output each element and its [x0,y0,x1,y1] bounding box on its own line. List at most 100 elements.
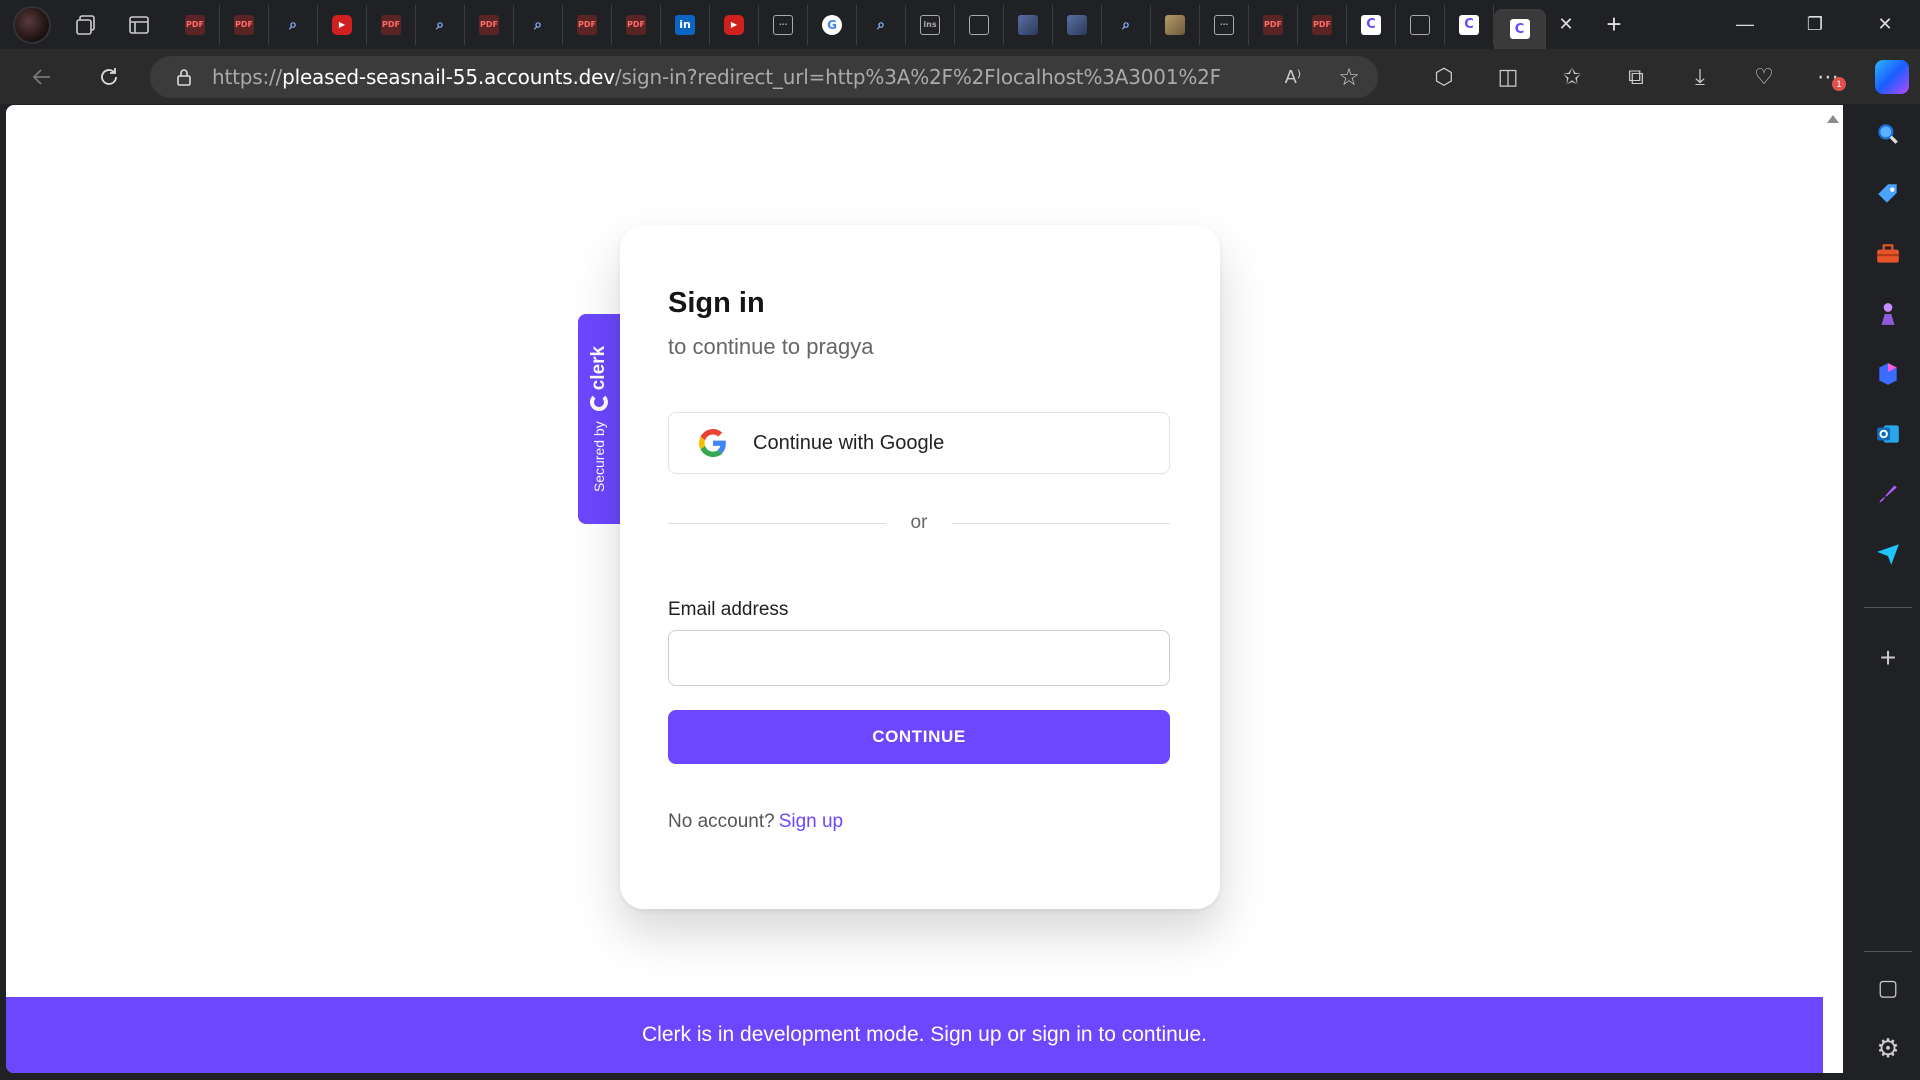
tab-item[interactable]: ⌕ [857,4,906,45]
back-button[interactable] [22,57,62,97]
tab-item[interactable]: ⌕ [269,4,318,45]
tab-item[interactable]: ⋯ [1200,4,1249,45]
workspaces-icon[interactable] [67,5,107,45]
li-favicon-icon: in [675,14,695,35]
url-host: pleased-seasnail-55.accounts.dev [282,65,615,89]
tab-item[interactable] [1396,4,1445,45]
tab-item[interactable]: in [661,4,710,45]
tab-item[interactable]: PDF [612,4,661,45]
pdf-favicon-icon: PDF [479,14,499,35]
restore-button[interactable]: ❐ [1780,0,1850,49]
browser-essentials-icon[interactable]: ♡ [1744,57,1784,97]
tab-item[interactable] [1004,4,1053,45]
toolbox-icon[interactable] [1871,237,1905,271]
minimize-button[interactable]: — [1710,0,1780,49]
yt-favicon-icon: ▶ [332,14,352,35]
dev-mode-text: Clerk is in development mode. Sign up or… [642,1023,1207,1046]
sign-up-link[interactable]: Sign up [779,811,843,832]
google-icon [699,429,726,457]
favorites-icon[interactable]: ✩ [1552,57,1592,97]
google-button-label: Continue with Google [753,431,945,454]
shopping-tag-icon[interactable] [1871,177,1905,211]
img-favicon-icon [1067,14,1087,35]
send-icon[interactable] [1871,537,1905,571]
clerk-mark-icon [590,393,608,412]
collections-icon[interactable]: ⧉ [1616,57,1656,97]
tab-item[interactable]: ins [906,4,955,45]
outlook-icon[interactable] [1871,417,1905,451]
continue-button[interactable]: CONTINUE [668,710,1170,764]
sidebar-divider [1864,951,1912,952]
reload-button[interactable] [89,57,129,97]
address-bar[interactable]: https://pleased-seasnail-55.accounts.dev… [150,56,1378,98]
yt-favicon-icon: ▶ [724,14,744,35]
page-scrollbar[interactable] [1823,105,1843,1073]
tab-item[interactable]: ▶ [318,4,367,45]
pdf-favicon-icon: PDF [185,14,205,35]
tab-item[interactable]: C [1347,4,1396,45]
clerk-logo: clerk [588,345,610,412]
tab-item[interactable]: ⌕ [416,4,465,45]
add-icon[interactable]: + [1871,641,1905,675]
clerk-brand: clerk [588,345,609,391]
divider-line [952,522,1170,524]
downloads-icon[interactable]: ⤓ [1680,57,1720,97]
notification-badge: 1 [1832,77,1846,91]
tab-item[interactable] [1053,4,1102,45]
tab-item[interactable]: PDF [563,4,612,45]
split-screen-icon[interactable]: ◫ [1488,57,1528,97]
read-aloud-icon[interactable]: A⁾ [1280,64,1306,90]
vertical-tabs-icon[interactable] [119,5,159,45]
tab-item[interactable]: PDF [367,4,416,45]
search-icon[interactable] [1871,117,1905,151]
lock-icon[interactable] [174,67,194,87]
tab-item[interactable] [955,4,1004,45]
sidebar-panel-icon[interactable]: ▢ [1871,971,1905,1005]
page-title: Sign in [668,287,765,319]
new-tab-button[interactable]: + [1594,5,1634,45]
designer-icon[interactable] [1871,477,1905,511]
edge-sidebar: + ▢ ⚙ [1856,105,1920,1080]
url-scheme: https:// [212,65,283,89]
tab-item[interactable]: PDF [220,4,269,45]
favorite-star-icon[interactable]: ☆ [1336,64,1362,91]
no-account-line: No account? Sign up [668,811,843,833]
tab-strip: PDF PDF ⌕ ▶ PDF ⌕ PDF ⌕ PDF PDF in ▶ ⋯ G ⌕ ins ⌕ ⋯ PDF PDF C… [0,0,1920,49]
continue-with-google-button[interactable]: Continue with Google [668,412,1170,474]
close-window-button[interactable]: ✕ [1850,0,1920,49]
tab-item[interactable]: PDF [465,4,514,45]
tab-item[interactable]: C [1445,4,1494,45]
copilot-button[interactable] [1872,57,1912,97]
search-favicon-icon: ⌕ [877,16,885,33]
tab-item[interactable]: G [808,4,857,45]
extensions-icon[interactable]: ⬡ [1424,57,1464,97]
settings-more-button[interactable]: ⋯ 1 [1808,57,1848,97]
email-field[interactable] [668,630,1170,686]
url-path: /sign-in?redirect_url=http%3A%2F%2Flocal… [614,65,1221,89]
secured-by-clerk-tab[interactable]: Secured by clerk [578,314,620,524]
gen-favicon-icon [1410,14,1430,35]
close-tab-button[interactable]: ✕ [1546,5,1586,45]
tab-item[interactable]: PDF [171,4,220,45]
tab-item[interactable]: ▶ [710,4,759,45]
tab-active[interactable]: C [1494,9,1546,49]
settings-gear-icon[interactable]: ⚙ [1871,1031,1905,1065]
tab-item[interactable]: PDF [1298,4,1347,45]
profile-avatar[interactable] [13,5,51,44]
scroll-up-arrow-icon[interactable] [1827,115,1839,123]
url-text[interactable]: https://pleased-seasnail-55.accounts.dev… [212,65,1221,89]
tab-item[interactable]: ⋯ [759,4,808,45]
tab-item[interactable] [1151,4,1200,45]
pdf-favicon-icon: PDF [577,14,597,35]
pdf-favicon-icon: PDF [626,14,646,35]
tab-item[interactable]: ⌕ [514,4,563,45]
dev-mode-banner: Clerk is in development mode. Sign up or… [6,997,1843,1073]
tab-item[interactable]: ⌕ [1102,4,1151,45]
copilot-icon[interactable] [1871,357,1905,391]
clerk-favicon-icon: C [1509,19,1530,39]
secured-by-label: Secured by [591,421,607,493]
tab-item[interactable]: PDF [1249,4,1298,45]
email-label: Email address [668,599,789,620]
games-icon[interactable] [1871,297,1905,331]
gen-favicon-icon: ⋯ [1214,14,1234,35]
